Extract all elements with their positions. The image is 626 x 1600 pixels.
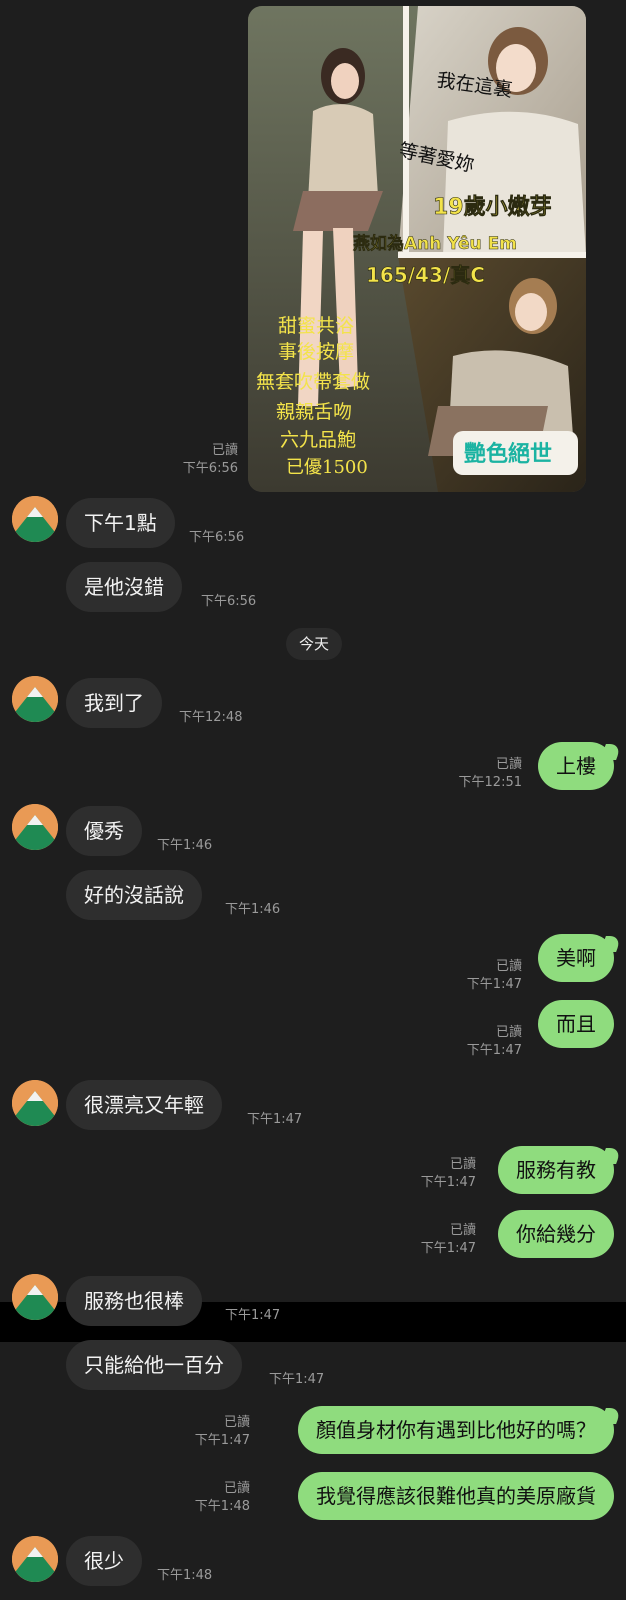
incoming-message[interactable]: 優秀 <box>66 806 142 856</box>
incoming-message[interactable]: 好的沒話說 <box>66 870 202 920</box>
caption-line-4: 燕如為Anh Yêu Em <box>353 233 517 254</box>
caption-line-10: 六九品鮑 <box>280 429 356 451</box>
read-receipt: 已讀 <box>495 757 522 772</box>
image-message-meta: 已讀 下午6:56 <box>183 442 238 478</box>
read-receipt: 已讀 <box>223 1481 250 1496</box>
outgoing-message[interactable]: 上樓 <box>538 742 614 790</box>
message-time: 下午12:51 <box>458 775 522 790</box>
message-time: 下午6:56 <box>189 530 245 545</box>
message-time: 下午1:47 <box>466 977 522 992</box>
caption-line-9: 親親舌吻 <box>276 401 352 423</box>
message-time: 下午1:47 <box>420 1175 476 1190</box>
incoming-message[interactable]: 很少 <box>66 1536 142 1586</box>
date-separator: 今天 <box>286 628 342 660</box>
caption-line-8: 無套吹帶套做 <box>256 371 370 393</box>
message-time: 下午1:46 <box>225 902 281 917</box>
mountain-icon <box>12 496 58 542</box>
message-time: 下午1:47 <box>194 1433 250 1448</box>
message-time: 下午1:47 <box>420 1241 476 1256</box>
caption-line-3: 19歲小嫩芽 <box>433 194 552 220</box>
contact-avatar[interactable] <box>12 1080 58 1126</box>
message-time: 下午1:47 <box>466 1043 522 1058</box>
caption-line-6: 甜蜜共浴 <box>278 315 354 337</box>
incoming-message[interactable]: 服務也很棒 <box>66 1276 202 1326</box>
read-receipt: 已讀 <box>495 1025 522 1040</box>
message-meta: 已讀 下午1:47 <box>467 1024 522 1060</box>
promo-photo: 我在這裏 等著愛妳 19歲小嫩芽 燕如為Anh Yêu Em 165/43/真C… <box>248 6 586 492</box>
message-time: 下午1:48 <box>157 1568 213 1583</box>
contact-avatar[interactable] <box>12 804 58 850</box>
message-time: 下午1:47 <box>225 1308 281 1323</box>
incoming-message[interactable]: 是他沒錯 <box>66 562 182 612</box>
outgoing-message[interactable]: 你給幾分 <box>498 1210 614 1258</box>
outgoing-message[interactable]: 美啊 <box>538 934 614 982</box>
read-receipt: 已讀 <box>211 443 238 458</box>
caption-line-7: 事後按摩 <box>278 341 354 363</box>
incoming-message[interactable]: 很漂亮又年輕 <box>66 1080 222 1130</box>
mountain-icon <box>12 1536 58 1582</box>
read-receipt: 已讀 <box>449 1157 476 1172</box>
message-meta: 已讀 下午1:47 <box>195 1414 250 1450</box>
image-message[interactable]: 我在這裏 等著愛妳 19歲小嫩芽 燕如為Anh Yêu Em 165/43/真C… <box>248 6 586 492</box>
message-meta: 已讀 下午1:47 <box>467 958 522 994</box>
contact-avatar[interactable] <box>12 496 58 542</box>
caption-line-12: 艷色絕世 <box>464 441 552 467</box>
contact-avatar[interactable] <box>12 1274 58 1320</box>
mountain-icon <box>12 676 58 722</box>
message-time: 下午1:47 <box>247 1112 303 1127</box>
message-time: 下午12:48 <box>179 710 243 725</box>
message-time: 下午1:48 <box>194 1499 250 1514</box>
message-time: 下午1:46 <box>157 838 213 853</box>
message-time: 下午6:56 <box>182 461 238 476</box>
message-meta: 已讀 下午1:47 <box>421 1156 476 1192</box>
mountain-icon <box>12 1274 58 1320</box>
read-receipt: 已讀 <box>449 1223 476 1238</box>
message-time: 下午1:47 <box>269 1372 325 1387</box>
mountain-icon <box>12 1080 58 1126</box>
incoming-message[interactable]: 我到了 <box>66 678 162 728</box>
incoming-message[interactable]: 下午1點 <box>66 498 175 548</box>
mountain-icon <box>12 804 58 850</box>
contact-avatar[interactable] <box>12 676 58 722</box>
incoming-message[interactable]: 只能給他一百分 <box>66 1340 242 1390</box>
message-time: 下午6:56 <box>201 594 257 609</box>
outgoing-message[interactable]: 而且 <box>538 1000 614 1048</box>
message-meta: 已讀 下午1:48 <box>195 1480 250 1516</box>
outgoing-message[interactable]: 服務有教 <box>498 1146 614 1194</box>
caption-line-11: 已優1500 <box>286 457 368 478</box>
read-receipt: 已讀 <box>223 1415 250 1430</box>
read-receipt: 已讀 <box>495 959 522 974</box>
contact-avatar[interactable] <box>12 1536 58 1582</box>
message-meta: 已讀 下午1:47 <box>421 1222 476 1258</box>
outgoing-message[interactable]: 顏值身材你有遇到比他好的嗎？ <box>298 1406 614 1454</box>
caption-line-5: 165/43/真C <box>366 263 485 287</box>
message-meta: 已讀 下午12:51 <box>459 756 522 792</box>
outgoing-message[interactable]: 我覺得應該很難他真的美原廠貨 <box>298 1472 614 1520</box>
